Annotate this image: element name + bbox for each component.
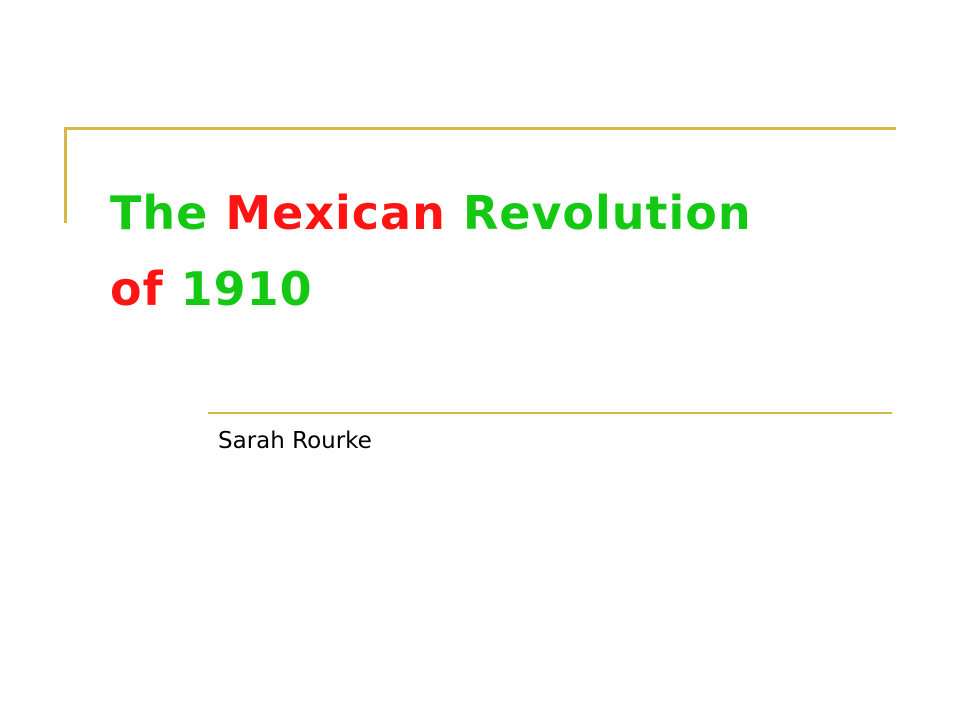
slide-title: The Mexican Revolution of 1910 bbox=[110, 175, 910, 327]
title-word-the: The bbox=[110, 186, 226, 240]
title-top-rule bbox=[64, 127, 896, 130]
slide-subtitle-author: Sarah Rourke bbox=[218, 428, 372, 454]
title-word-of: of bbox=[110, 262, 181, 316]
slide: The Mexican Revolution of 1910 Sarah Rou… bbox=[0, 0, 960, 720]
title-line-1: The Mexican Revolution bbox=[110, 186, 752, 240]
title-line-2: of 1910 bbox=[110, 262, 313, 316]
title-word-mexican: Mexican bbox=[225, 186, 446, 240]
title-left-rule bbox=[64, 127, 67, 223]
subtitle-rule bbox=[208, 412, 892, 414]
title-word-revolution: Revolution bbox=[445, 186, 752, 240]
title-word-1910: 1910 bbox=[180, 262, 313, 316]
